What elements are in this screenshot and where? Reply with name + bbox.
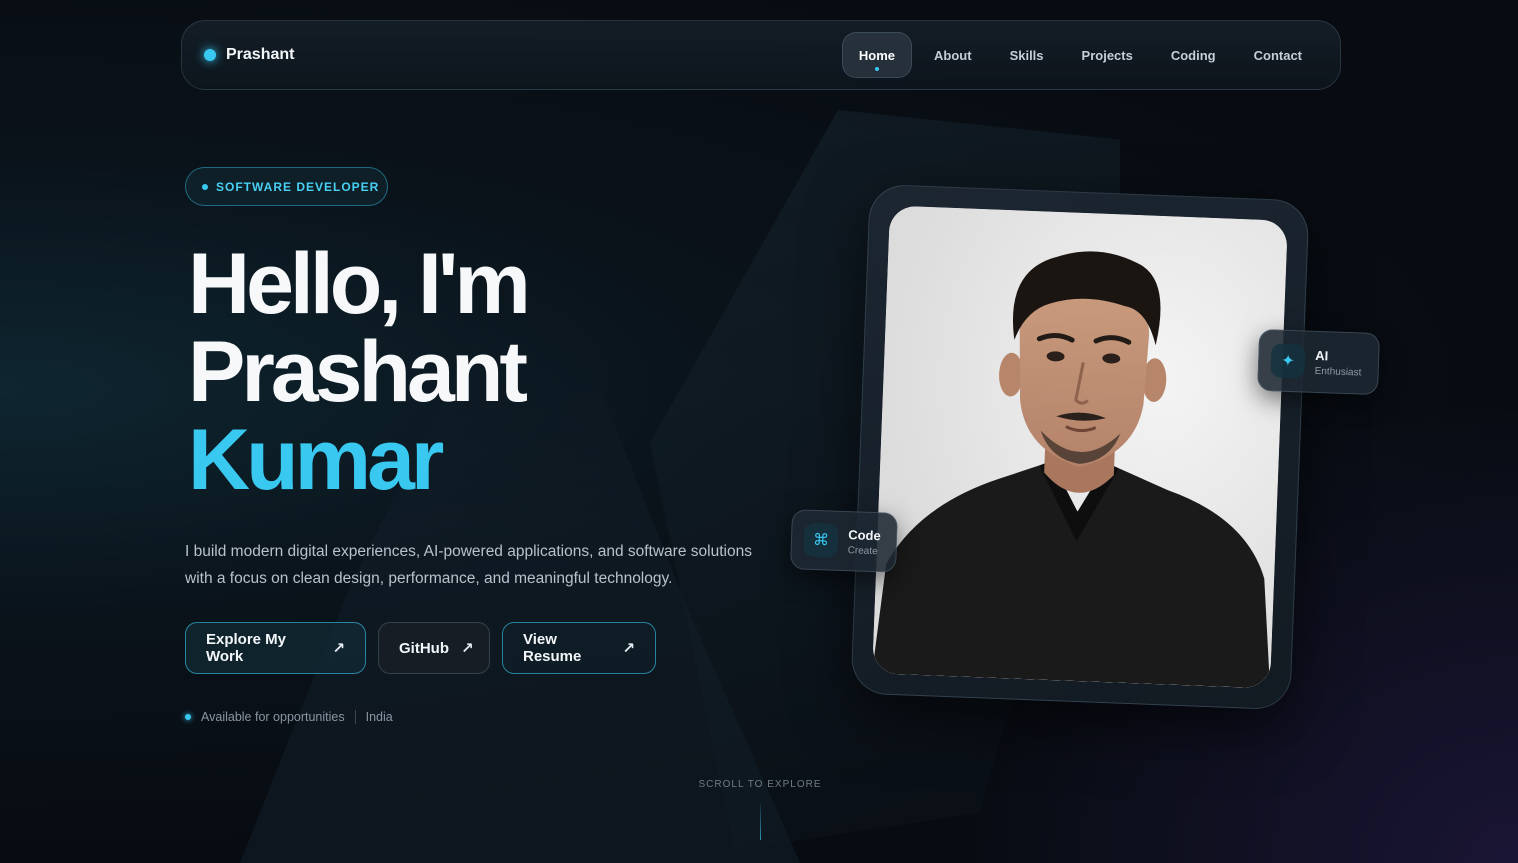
nav-item-projects[interactable]: Projects	[1066, 32, 1149, 78]
scroll-indicator-line	[760, 804, 761, 840]
tagline-line-2: with a focus on clean design, performanc…	[185, 570, 673, 587]
arrow-up-right-icon: ↗	[332, 640, 345, 657]
divider	[354, 710, 356, 724]
button-label: Explore My Work	[206, 631, 287, 665]
arrow-up-right-icon: ↗	[461, 640, 474, 657]
status-text: Available for opportunities	[201, 710, 345, 724]
code-create-badge: ⌘ Code Create	[789, 509, 899, 573]
location-text: India	[365, 710, 393, 724]
nav-item-about[interactable]: About	[918, 32, 988, 78]
active-indicator-dot	[874, 67, 879, 71]
nav-item-label: About	[934, 47, 972, 63]
badge-text: AI Enthusiast	[1314, 347, 1362, 378]
github-button[interactable]: GitHub ↗	[378, 622, 490, 674]
top-navbar: Prashant Home About Skills Projects Codi…	[181, 20, 1341, 90]
scroll-hint[interactable]: SCROLL TO EXPLORE	[660, 779, 860, 790]
brand-dot-icon	[204, 49, 216, 61]
nav-item-label: Coding	[1170, 47, 1216, 63]
role-badge: SOFTWARE DEVELOPER	[185, 167, 388, 206]
profile-photo	[872, 205, 1288, 689]
badge-title: AI	[1314, 347, 1329, 363]
view-resume-button[interactable]: View Resume ↗	[502, 622, 656, 674]
hero-tagline: I build modern digital experiences, AI-p…	[185, 538, 785, 592]
explore-work-button[interactable]: Explore My Work ↗	[185, 622, 366, 674]
badge-subtitle: Enthusiast	[1314, 365, 1362, 378]
nav-item-label: Home	[858, 47, 896, 63]
brand-name: Prashant	[226, 46, 295, 63]
cta-buttons: Explore My Work ↗ GitHub ↗ View Resume ↗	[185, 622, 656, 674]
tagline-line-1: I build modern digital experiences, AI-p…	[185, 543, 752, 560]
nav-item-skills[interactable]: Skills	[994, 32, 1060, 78]
button-label: View Resume	[523, 631, 582, 665]
headline-accent: Kumar	[188, 412, 444, 508]
command-icon: ⌘	[803, 522, 839, 558]
nav-links: Home About Skills Projects Coding Contac…	[841, 32, 1318, 78]
nav-item-coding[interactable]: Coding	[1155, 32, 1232, 78]
headline-line-2: Prashant	[188, 324, 528, 420]
nav-item-label: Contact	[1253, 47, 1302, 63]
nav-item-home[interactable]: Home	[841, 32, 913, 78]
badge-subtitle: Create	[847, 544, 878, 557]
sparkle-icon: ✦	[1270, 343, 1306, 379]
headline-line-1: Hello, I'm	[188, 236, 531, 332]
role-dot-icon	[202, 183, 208, 190]
hero-headline: Hello, I'm Prashant Kumar	[188, 236, 531, 508]
status-dot-icon	[185, 714, 191, 720]
availability-status: Available for opportunities India	[185, 710, 393, 724]
badge-title: Code	[847, 526, 881, 543]
ai-enthusiast-badge: ✦ AI Enthusiast	[1256, 328, 1381, 396]
nav-item-contact[interactable]: Contact	[1238, 32, 1318, 78]
profile-photo-card	[850, 183, 1310, 711]
nav-item-label: Projects	[1081, 47, 1133, 63]
arrow-up-right-icon: ↗	[622, 640, 635, 657]
brand-logo[interactable]: Prashant	[204, 46, 294, 64]
nav-item-label: Skills	[1009, 47, 1044, 63]
role-badge-text: SOFTWARE DEVELOPER	[216, 179, 380, 194]
portrait-illustration	[872, 205, 1288, 689]
badge-text: Code Create	[847, 527, 880, 557]
button-label: GitHub	[399, 639, 449, 657]
